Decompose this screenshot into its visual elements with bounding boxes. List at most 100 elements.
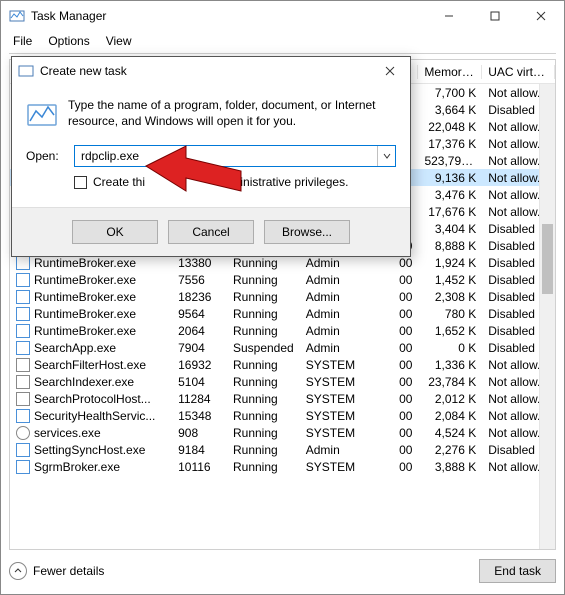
cell-user: Admin (300, 273, 373, 287)
fewer-details-button[interactable]: Fewer details (9, 562, 104, 580)
process-name: RuntimeBroker.exe (34, 273, 136, 287)
cell-status: Running (227, 358, 300, 372)
col-memory[interactable]: Memory (a... (418, 65, 482, 79)
cell-user: SYSTEM (300, 460, 373, 474)
cell-status: Running (227, 443, 300, 457)
admin-label-post: administrative privileges. (217, 175, 348, 189)
table-row[interactable]: SearchIndexer.exe5104RunningSYSTEM0023,7… (10, 373, 555, 390)
process-name: RuntimeBroker.exe (34, 256, 136, 270)
scroll-thumb[interactable] (542, 224, 553, 294)
process-name: SecurityHealthServic... (34, 409, 155, 423)
window-title: Task Manager (31, 9, 426, 23)
cell-user: SYSTEM (300, 392, 373, 406)
cell-memory: 2,084 K (418, 409, 482, 423)
process-icon (16, 443, 30, 457)
table-row[interactable]: RuntimeBroker.exe2064RunningAdmin001,652… (10, 322, 555, 339)
cancel-button[interactable]: Cancel (168, 220, 254, 244)
browse-button[interactable]: Browse... (264, 220, 350, 244)
cell-pid: 10116 (172, 460, 227, 474)
open-combobox[interactable] (74, 145, 396, 167)
table-row[interactable]: RuntimeBroker.exe9564RunningAdmin00780 K… (10, 305, 555, 322)
cell-memory: 8,888 K (418, 239, 482, 253)
cell-name: SgrmBroker.exe (10, 460, 172, 474)
cell-user: Admin (300, 443, 373, 457)
cell-status: Running (227, 256, 300, 270)
dialog-close-button[interactable] (376, 57, 404, 85)
cell-cpu: 00 (372, 307, 418, 321)
col-uac[interactable]: UAC virtu... (482, 65, 555, 79)
process-name: SettingSyncHost.exe (34, 443, 145, 457)
cell-pid: 5104 (172, 375, 227, 389)
cell-cpu: 00 (372, 375, 418, 389)
table-row[interactable]: RuntimeBroker.exe18236RunningAdmin002,30… (10, 288, 555, 305)
cell-memory: 1,924 K (418, 256, 482, 270)
cell-name: services.exe (10, 426, 172, 440)
table-row[interactable]: services.exe908RunningSYSTEM004,524 KNot… (10, 424, 555, 441)
process-icon (16, 290, 30, 304)
table-row[interactable]: SettingSyncHost.exe9184RunningAdmin002,2… (10, 441, 555, 458)
cell-memory: 3,664 K (418, 103, 482, 117)
close-button[interactable] (518, 1, 564, 31)
cell-pid: 15348 (172, 409, 227, 423)
process-icon (16, 324, 30, 338)
end-task-button[interactable]: End task (479, 559, 556, 583)
process-icon (16, 256, 30, 270)
cell-memory: 22,048 K (418, 120, 482, 134)
process-icon (16, 358, 30, 372)
cell-memory: 17,676 K (418, 205, 482, 219)
cell-memory: 2,308 K (418, 290, 482, 304)
cell-status: Running (227, 290, 300, 304)
process-name: SearchIndexer.exe (34, 375, 134, 389)
cell-pid: 7556 (172, 273, 227, 287)
create-task-dialog: Create new task Type the name of a progr… (11, 56, 411, 257)
table-row[interactable]: SearchApp.exe7904SuspendedAdmin000 KDisa… (10, 339, 555, 356)
minimize-button[interactable] (426, 1, 472, 31)
cell-cpu: 00 (372, 409, 418, 423)
cell-memory: 23,784 K (418, 375, 482, 389)
cell-cpu: 00 (372, 290, 418, 304)
cell-status: Running (227, 392, 300, 406)
cell-cpu: 00 (372, 341, 418, 355)
dropdown-icon[interactable] (377, 146, 395, 166)
maximize-button[interactable] (472, 1, 518, 31)
cell-pid: 7904 (172, 341, 227, 355)
table-row[interactable]: RuntimeBroker.exe7556RunningAdmin001,452… (10, 271, 555, 288)
open-input[interactable] (75, 146, 377, 166)
table-row[interactable]: SgrmBroker.exe10116RunningSYSTEM003,888 … (10, 458, 555, 475)
cell-memory: 2,276 K (418, 443, 482, 457)
cell-name: SettingSyncHost.exe (10, 443, 172, 457)
cell-memory: 0 K (418, 341, 482, 355)
fewer-details-label: Fewer details (33, 564, 104, 578)
dialog-message: Type the name of a program, folder, docu… (68, 97, 396, 131)
process-icon (16, 460, 30, 474)
cell-memory: 523,792 K (418, 154, 482, 168)
table-row[interactable]: SearchProtocolHost...11284RunningSYSTEM0… (10, 390, 555, 407)
table-row[interactable]: SecurityHealthServic... 15348RunningSYSTE… (10, 407, 555, 424)
cell-status: Running (227, 409, 300, 423)
cell-name: RuntimeBroker.exe (10, 307, 172, 321)
cell-name: SearchProtocolHost... (10, 392, 172, 406)
admin-checkbox[interactable] (74, 176, 87, 189)
cell-cpu: 00 (372, 358, 418, 372)
cell-user: Admin (300, 324, 373, 338)
ok-button[interactable]: OK (72, 220, 158, 244)
menu-view[interactable]: View (98, 32, 140, 50)
cell-memory: 780 K (418, 307, 482, 321)
cell-memory: 17,376 K (418, 137, 482, 151)
cell-user: SYSTEM (300, 409, 373, 423)
cell-status: Running (227, 324, 300, 338)
cell-name: SearchIndexer.exe (10, 375, 172, 389)
vertical-scrollbar[interactable] (539, 84, 555, 549)
cell-memory: 3,404 K (418, 222, 482, 236)
menu-options[interactable]: Options (40, 32, 97, 50)
cell-status: Running (227, 273, 300, 287)
cell-pid: 13380 (172, 256, 227, 270)
dialog-titlebar: Create new task (12, 57, 410, 85)
process-icon (16, 273, 30, 287)
cell-name: SearchApp.exe (10, 341, 172, 355)
process-icon (16, 426, 30, 440)
menu-file[interactable]: File (5, 32, 40, 50)
table-row[interactable]: SearchFilterHost.exe16932RunningSYSTEM00… (10, 356, 555, 373)
process-name: RuntimeBroker.exe (34, 290, 136, 304)
menu-separator (9, 53, 556, 54)
